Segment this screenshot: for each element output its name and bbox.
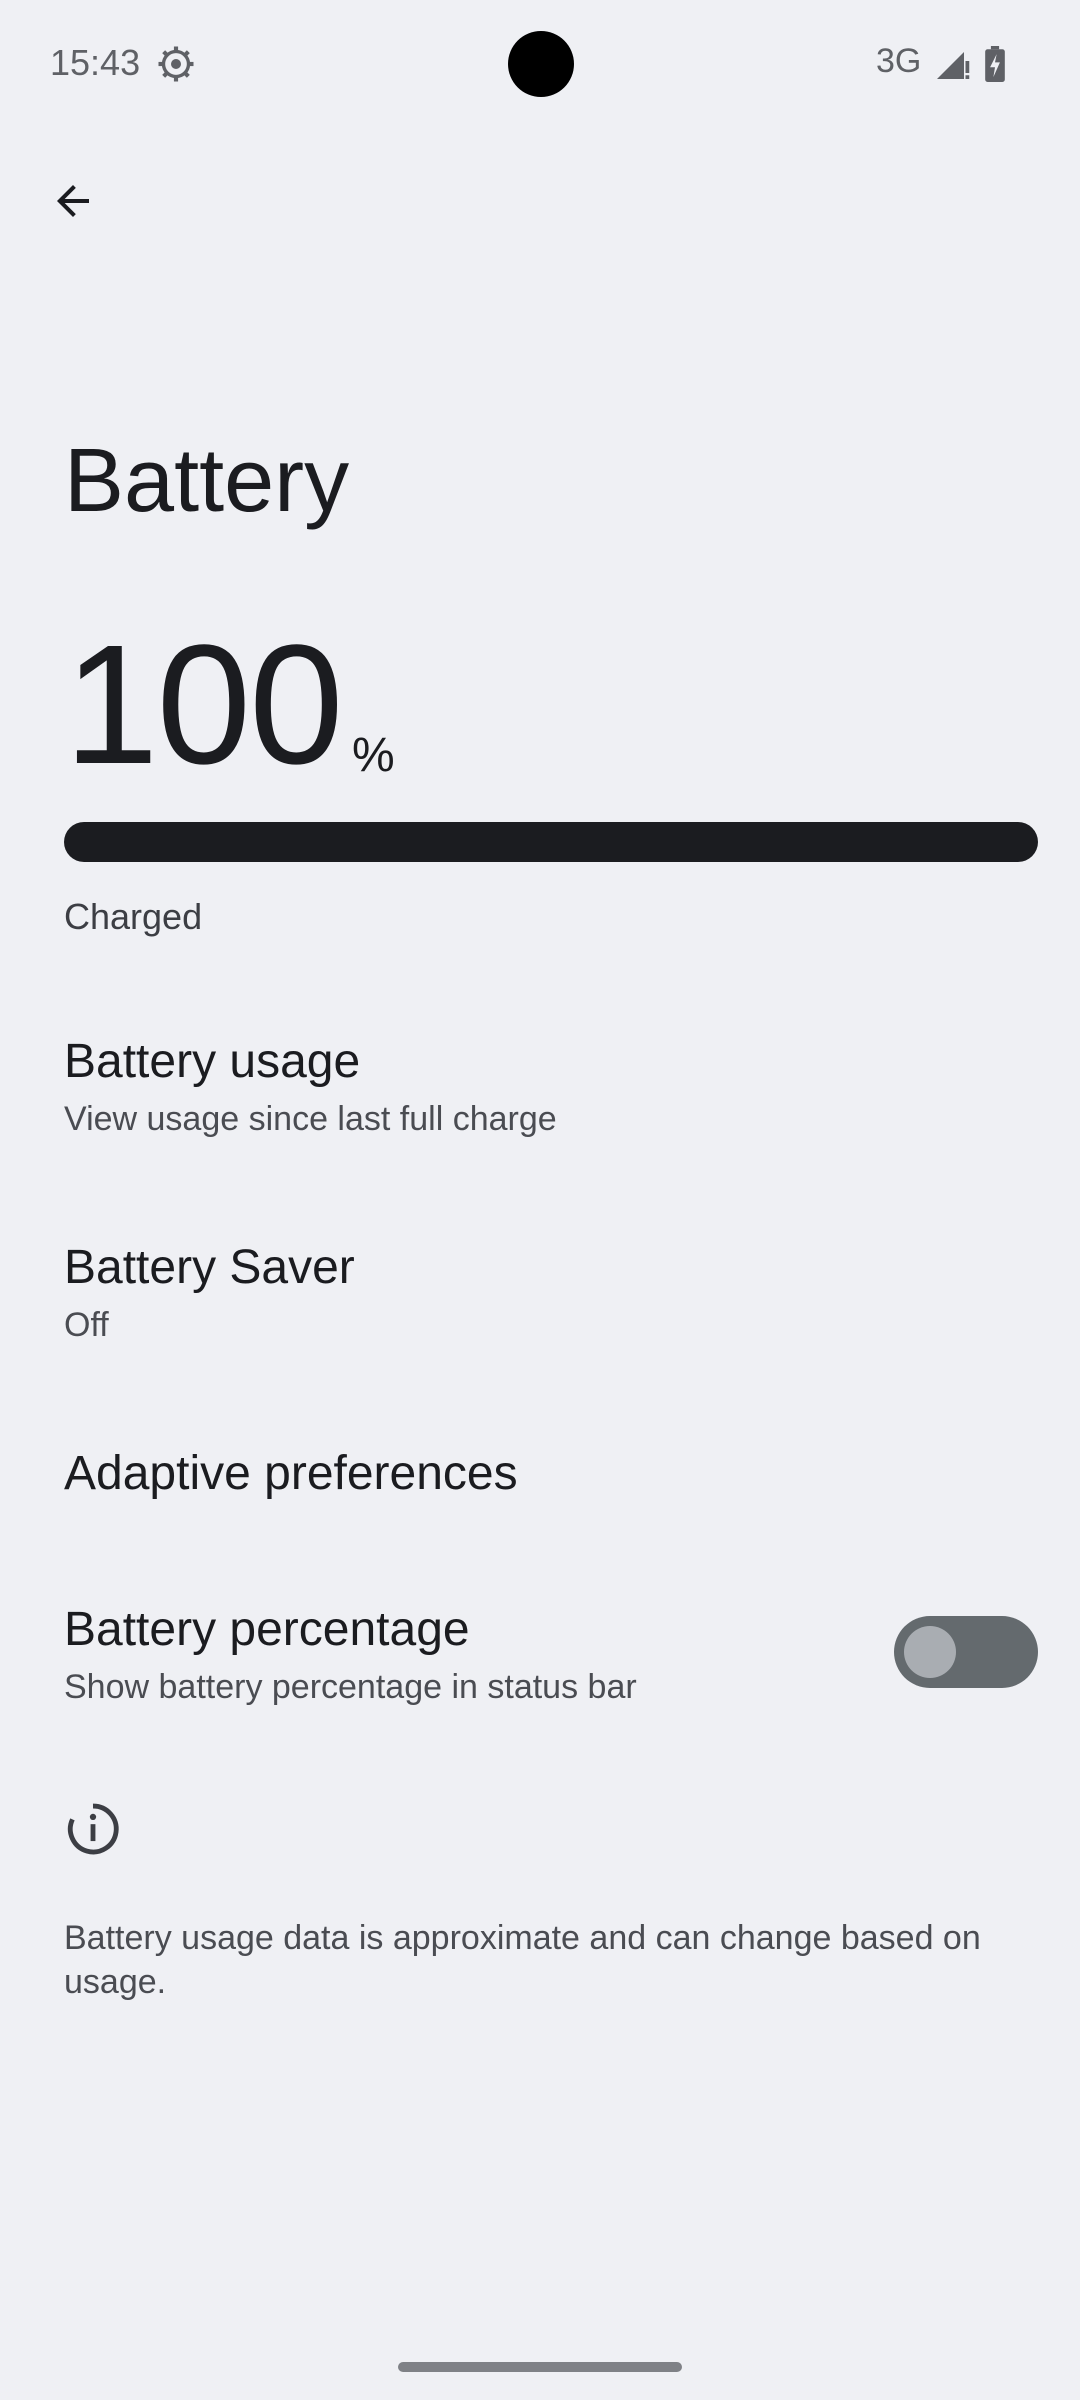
back-button[interactable]: [0, 128, 146, 274]
battery-usage-subtitle: View usage since last full charge: [64, 1100, 557, 1138]
battery-saver-title: Battery Saver: [64, 1241, 355, 1294]
page-title: Battery: [64, 431, 350, 531]
battery-progress-bar: [64, 822, 1038, 862]
signal-icon: [937, 52, 970, 79]
status-time: 15:43: [50, 42, 141, 83]
battery-percentage-subtitle: Show battery percentage in status bar: [64, 1668, 637, 1706]
info-icon: [67, 1803, 119, 1855]
camera-cutout: [508, 31, 574, 97]
toggle-knob: [904, 1626, 956, 1678]
battery-charging-icon: [985, 46, 1005, 82]
home-gesture-bar[interactable]: [398, 2362, 682, 2372]
arrow-left-icon: [57, 185, 89, 217]
status-bar: 15:43 3G: [0, 0, 1080, 128]
battery-level-unit: %: [352, 729, 395, 782]
footer-note: Battery usage data is approximate and ca…: [64, 1919, 981, 2001]
battery-saver-item[interactable]: Battery Saver Off: [0, 1188, 1080, 1394]
battery-usage-title: Battery usage: [64, 1035, 361, 1088]
battery-level: 100: [64, 610, 344, 800]
adaptive-preferences-item[interactable]: Adaptive preferences: [0, 1394, 1080, 1550]
adaptive-preferences-title: Adaptive preferences: [64, 1447, 518, 1500]
battery-usage-item[interactable]: Battery usage View usage since last full…: [0, 982, 1080, 1188]
gear-icon: [158, 46, 194, 82]
network-type: 3G: [876, 42, 922, 80]
battery-status: Charged: [64, 896, 203, 937]
battery-percentage-title: Battery percentage: [64, 1603, 470, 1656]
battery-saver-status: Off: [64, 1306, 109, 1344]
